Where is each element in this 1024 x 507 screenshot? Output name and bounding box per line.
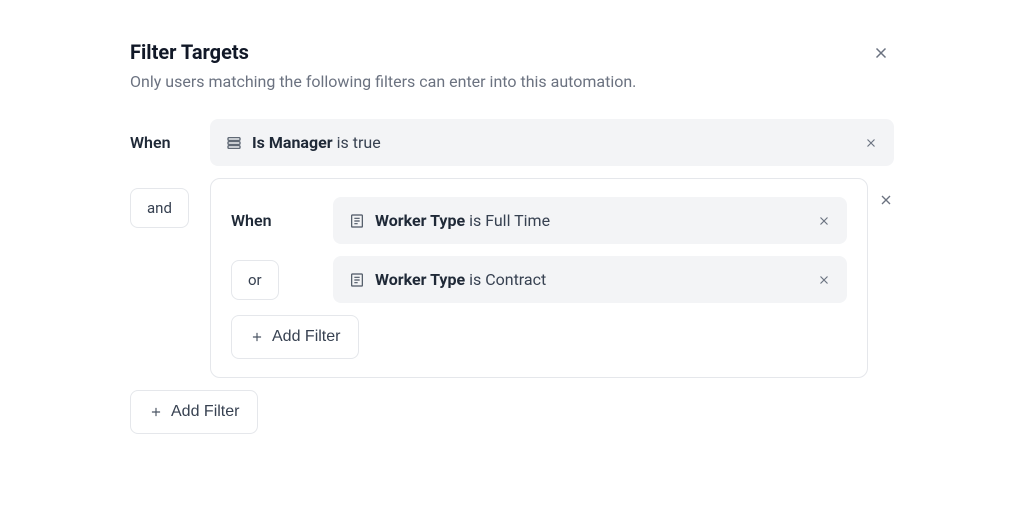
filter-text: Worker Type is Contract [375,270,807,289]
when-label: When [130,133,171,152]
close-icon[interactable] [868,40,894,71]
or-operator[interactable]: or [231,260,279,300]
and-operator[interactable]: and [130,188,189,228]
filter-group-row: and When Worker Type is Full Time [130,178,894,378]
filter-chip[interactable]: Worker Type is Contract [333,256,847,303]
remove-filter-icon[interactable] [817,214,831,228]
add-filter-button[interactable]: Add Filter [231,315,359,359]
remove-group-icon[interactable] [878,178,894,212]
when-label: When [231,211,272,230]
field-icon [349,213,365,229]
filter-row: or Worker Type is Contract [231,256,847,303]
page-title: Filter Targets [130,40,249,64]
field-icon [349,272,365,288]
remove-filter-icon[interactable] [817,273,831,287]
remove-filter-icon[interactable] [864,136,878,150]
filter-row: When Worker Type is Full Time [231,197,847,244]
field-icon [226,135,242,151]
add-filter-label: Add Filter [171,403,239,421]
filter-group: When Worker Type is Full Time or [210,178,868,378]
filter-chip[interactable]: Is Manager is true [210,119,894,166]
filter-chip[interactable]: Worker Type is Full Time [333,197,847,244]
add-filter-button[interactable]: Add Filter [130,390,258,434]
page-subtitle: Only users matching the following filter… [130,72,894,91]
plus-icon [250,330,264,344]
filter-row: When Is Manager is true [130,119,894,166]
filter-text: Worker Type is Full Time [375,211,807,230]
filter-text: Is Manager is true [252,133,854,152]
add-filter-label: Add Filter [272,328,340,346]
plus-icon [149,405,163,419]
